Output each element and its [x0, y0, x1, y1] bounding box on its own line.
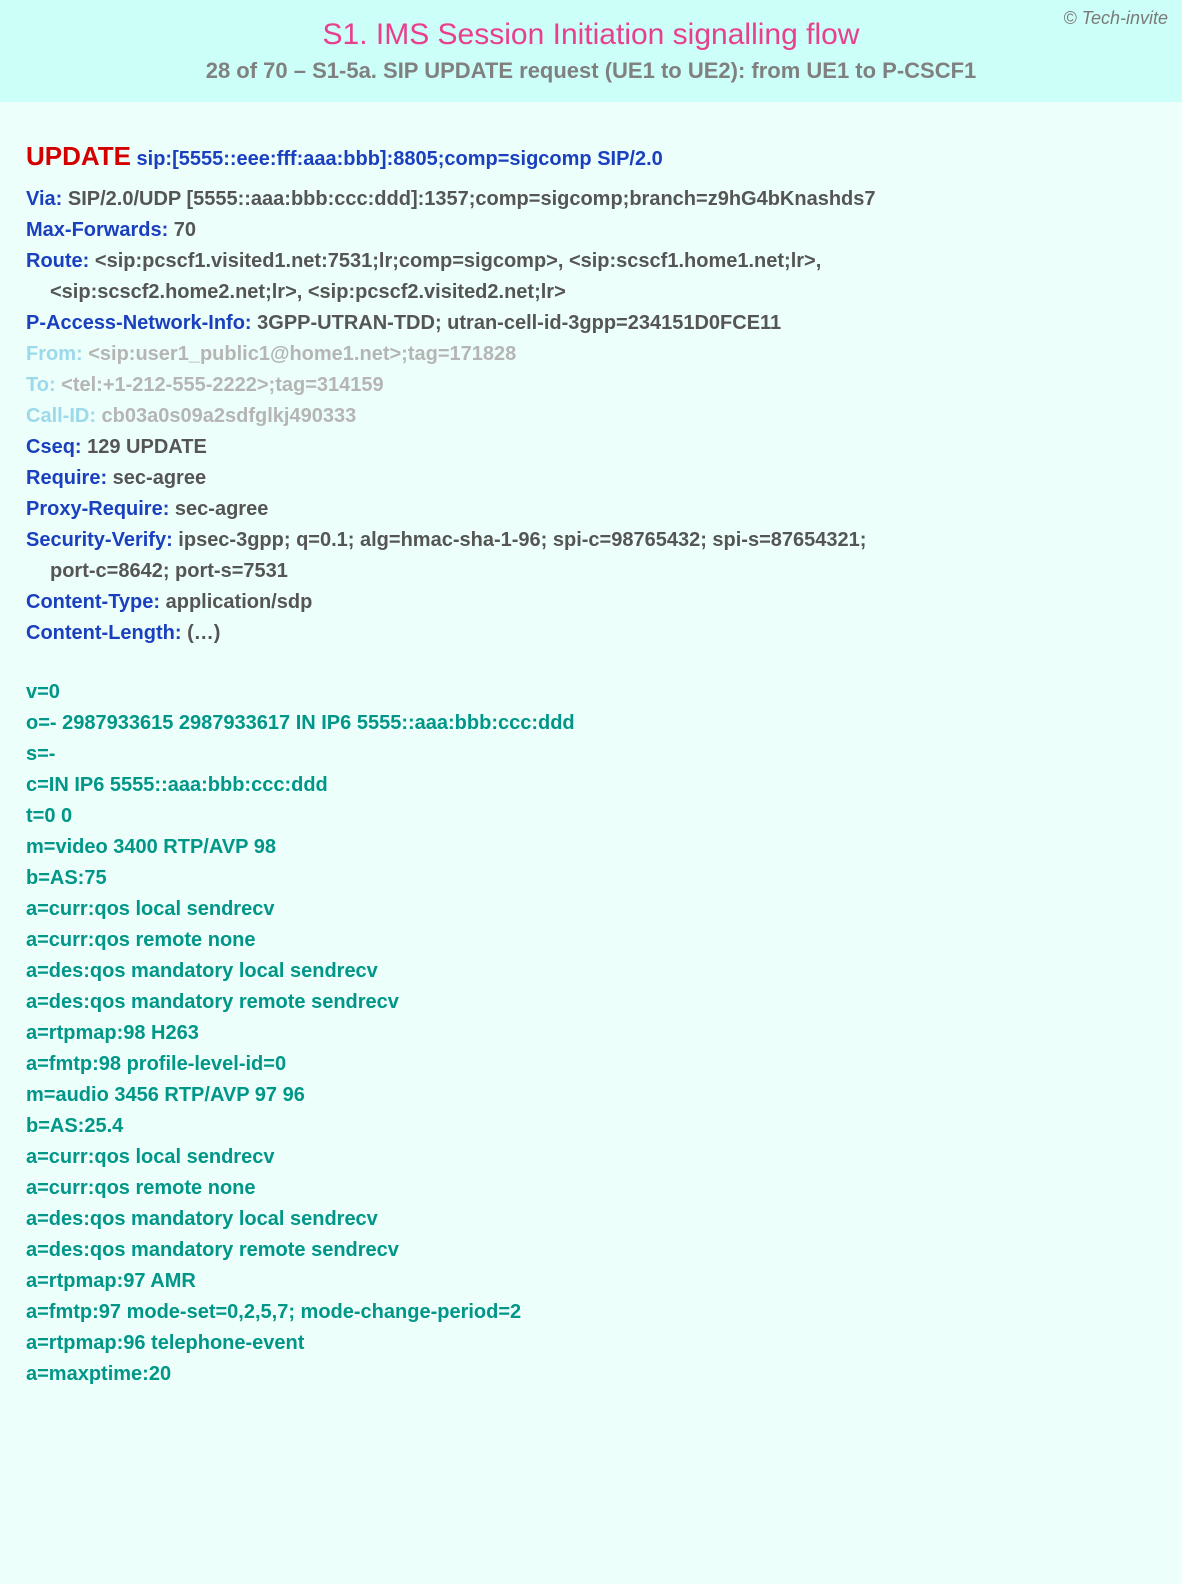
sdp-line: a=curr:qos remote none [26, 1173, 1156, 1204]
sdp-line: a=rtpmap:98 H263 [26, 1018, 1156, 1049]
sip-header-call-id: Call-ID: cb03a0s09a2sdfglkj490333 [26, 401, 1156, 432]
sdp-line: a=des:qos mandatory local sendrecv [26, 1204, 1156, 1235]
sip-header-from: From: <sip:user1_public1@home1.net>;tag=… [26, 339, 1156, 370]
sdp-line: m=video 3400 RTP/AVP 98 [26, 832, 1156, 863]
sdp-line: a=fmtp:98 profile-level-id=0 [26, 1049, 1156, 1080]
header-value: sec-agree [169, 498, 268, 520]
sip-headers: Via: SIP/2.0/UDP [5555::aaa:bbb:ccc:ddd]… [26, 184, 1156, 649]
sdp-line: a=des:qos mandatory local sendrecv [26, 956, 1156, 987]
sip-header-security-verify: Security-Verify: ipsec-3gpp; q=0.1; alg=… [26, 525, 1156, 556]
sdp-line: a=des:qos mandatory remote sendrecv [26, 1235, 1156, 1266]
header-name: Via: [26, 188, 62, 210]
sip-header-content-type: Content-Type: application/sdp [26, 587, 1156, 618]
sdp-line: a=curr:qos remote none [26, 925, 1156, 956]
header-name: Max-Forwards: [26, 219, 168, 241]
sdp-line: b=AS:25.4 [26, 1111, 1156, 1142]
header-name: From: [26, 343, 83, 365]
header-value: (…) [182, 622, 221, 644]
header-value: application/sdp [160, 591, 312, 613]
sip-message-body: UPDATE sip:[5555::eee:fff:aaa:bbb]:8805;… [0, 102, 1182, 1430]
sdp-line: t=0 0 [26, 801, 1156, 832]
sdp-line: o=- 2987933615 2987933617 IN IP6 5555::a… [26, 708, 1156, 739]
sdp-line: a=rtpmap:96 telephone-event [26, 1328, 1156, 1359]
header-value: 70 [168, 219, 196, 241]
request-uri: sip:[5555::eee:fff:aaa:bbb]:8805;comp=si… [137, 148, 663, 170]
header-name: Content-Type: [26, 591, 160, 613]
header-name: Cseq: [26, 436, 82, 458]
header-continuation: <sip:scscf2.home2.net;lr>, <sip:pcscf2.v… [26, 277, 1156, 308]
header-name: Call-ID: [26, 405, 96, 427]
sip-header-p-access-network-info: P-Access-Network-Info: 3GPP-UTRAN-TDD; u… [26, 308, 1156, 339]
header-value: <sip:user1_public1@home1.net>;tag=171828 [83, 343, 517, 365]
header-value: <tel:+1-212-555-2222>;tag=314159 [56, 374, 384, 396]
header-name: P-Access-Network-Info: [26, 312, 252, 334]
copyright-label: © Tech-invite [1063, 8, 1168, 29]
sdp-line: a=curr:qos local sendrecv [26, 1142, 1156, 1173]
header-name: To: [26, 374, 56, 396]
sip-header-route: Route: <sip:pcscf1.visited1.net:7531;lr;… [26, 246, 1156, 277]
header-continuation: port-c=8642; port-s=7531 [26, 556, 1156, 587]
sdp-body: v=0o=- 2987933615 2987933617 IN IP6 5555… [26, 677, 1156, 1390]
sip-header-via: Via: SIP/2.0/UDP [5555::aaa:bbb:ccc:ddd]… [26, 184, 1156, 215]
sdp-line: a=rtpmap:97 AMR [26, 1266, 1156, 1297]
header-value: cb03a0s09a2sdfglkj490333 [96, 405, 356, 427]
header-name: Route: [26, 250, 89, 272]
request-method: UPDATE [26, 141, 131, 171]
header-name: Proxy-Require: [26, 498, 169, 520]
sdp-line: a=curr:qos local sendrecv [26, 894, 1156, 925]
sdp-line: a=maxptime:20 [26, 1359, 1156, 1390]
sdp-line: a=des:qos mandatory remote sendrecv [26, 987, 1156, 1018]
sdp-line: c=IN IP6 5555::aaa:bbb:ccc:ddd [26, 770, 1156, 801]
request-line: UPDATE sip:[5555::eee:fff:aaa:bbb]:8805;… [26, 136, 1156, 176]
header-value: ipsec-3gpp; q=0.1; alg=hmac-sha-1-96; sp… [173, 529, 867, 551]
sip-header-max-forwards: Max-Forwards: 70 [26, 215, 1156, 246]
header-name: Content-Length: [26, 622, 182, 644]
header-name: Security-Verify: [26, 529, 173, 551]
sip-header-content-length: Content-Length: (…) [26, 618, 1156, 649]
header-name: Require: [26, 467, 107, 489]
page-title: S1. IMS Session Initiation signalling fl… [20, 18, 1162, 52]
sdp-line: v=0 [26, 677, 1156, 708]
sip-header-proxy-require: Proxy-Require: sec-agree [26, 494, 1156, 525]
sip-header-cseq: Cseq: 129 UPDATE [26, 432, 1156, 463]
sip-header-to: To: <tel:+1-212-555-2222>;tag=314159 [26, 370, 1156, 401]
header-value: <sip:pcscf1.visited1.net:7531;lr;comp=si… [89, 250, 821, 272]
sdp-line: b=AS:75 [26, 863, 1156, 894]
header-value: sec-agree [107, 467, 206, 489]
page-subtitle: 28 of 70 – S1-5a. SIP UPDATE request (UE… [20, 58, 1162, 84]
header-value: SIP/2.0/UDP [5555::aaa:bbb:ccc:ddd]:1357… [62, 188, 875, 210]
sdp-line: s=- [26, 739, 1156, 770]
header-value: 3GPP-UTRAN-TDD; utran-cell-id-3gpp=23415… [252, 312, 782, 334]
sip-header-require: Require: sec-agree [26, 463, 1156, 494]
page-header: © Tech-invite S1. IMS Session Initiation… [0, 0, 1182, 102]
sdp-line: m=audio 3456 RTP/AVP 97 96 [26, 1080, 1156, 1111]
sdp-line: a=fmtp:97 mode-set=0,2,5,7; mode-change-… [26, 1297, 1156, 1328]
header-value: 129 UPDATE [82, 436, 207, 458]
